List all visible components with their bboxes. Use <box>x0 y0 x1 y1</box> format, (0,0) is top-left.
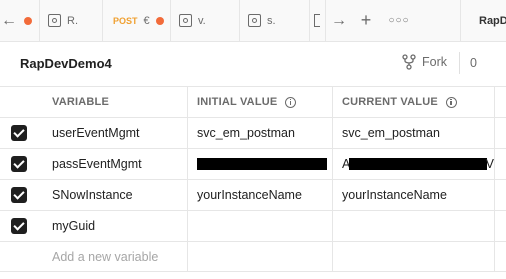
row-overflow <box>495 242 506 271</box>
table-row: passEventMgmt A V <box>0 148 506 179</box>
redacted-value <box>197 158 327 170</box>
enabled-checkbox[interactable] <box>11 187 27 203</box>
request-icon <box>248 14 261 27</box>
header-spacer <box>0 87 44 117</box>
tab-label: R. <box>67 14 78 27</box>
initial-value-cell[interactable] <box>188 211 333 241</box>
table-row: myGuid <box>0 210 506 241</box>
row-overflow <box>495 211 506 241</box>
unsaved-dot-icon <box>155 16 164 25</box>
more-options-icon[interactable]: ○○○ <box>380 0 418 42</box>
info-icon[interactable] <box>445 96 457 108</box>
tab-request-3[interactable]: v. <box>171 0 240 42</box>
header-overflow <box>495 87 506 117</box>
fork-button[interactable]: Fork <box>402 54 447 70</box>
fork-label: Fork <box>422 55 447 69</box>
request-icon <box>314 14 320 27</box>
variable-name-cell[interactable]: myGuid <box>44 211 188 241</box>
row-checkbox-cell <box>0 242 44 271</box>
unsaved-dot-icon <box>24 16 32 25</box>
tab-request-4[interactable]: s. <box>240 0 310 42</box>
initial-value-cell[interactable]: yourInstanceName <box>188 180 333 210</box>
divider <box>459 52 460 74</box>
add-variable-row: Add a new variable <box>0 241 506 272</box>
current-value-cell[interactable]: svc_em_postman <box>333 118 495 148</box>
column-header-initial: INITIAL VALUE <box>188 87 333 117</box>
variable-name-cell[interactable]: passEventMgmt <box>44 149 188 179</box>
row-checkbox-cell <box>0 180 44 210</box>
row-checkbox-cell <box>0 118 44 148</box>
column-header-current-label: CURRENT VALUE <box>342 96 438 108</box>
info-icon[interactable] <box>285 96 297 108</box>
back-arrow-icon[interactable]: ← <box>0 0 18 42</box>
current-value-cell[interactable]: yourInstanceName <box>333 180 495 210</box>
fork-icon <box>402 54 416 70</box>
row-checkbox-cell <box>0 149 44 179</box>
variables-table: VARIABLE INITIAL VALUE CURRENT VALUE use… <box>0 86 506 272</box>
tab-label: v. <box>198 14 206 27</box>
enabled-checkbox[interactable] <box>11 125 27 141</box>
row-overflow <box>495 180 506 210</box>
table-row: userEventMgmt svc_em_postman svc_em_post… <box>0 117 506 148</box>
tab-request-1[interactable]: R. <box>40 0 103 42</box>
initial-value-cell[interactable] <box>188 242 333 271</box>
environment-header: RapDevDemo4 Fork 0 <box>0 42 506 86</box>
tab-label: s. <box>267 14 276 27</box>
current-value-cell[interactable] <box>333 242 495 271</box>
add-variable-input[interactable]: Add a new variable <box>44 242 188 271</box>
current-value-suffix: V <box>485 157 494 171</box>
table-row: SNowInstance yourInstanceName yourInstan… <box>0 179 506 210</box>
current-value-cell[interactable]: A V <box>333 149 495 179</box>
forward-arrow-icon[interactable]: → <box>326 0 352 42</box>
request-icon <box>179 14 192 27</box>
method-badge: POST <box>113 15 138 26</box>
initial-value-cell[interactable]: svc_em_postman <box>188 118 333 148</box>
initial-value-cell[interactable] <box>188 149 333 179</box>
column-header-initial-label: INITIAL VALUE <box>197 96 278 108</box>
enabled-checkbox[interactable] <box>11 156 27 172</box>
new-tab-plus-icon[interactable]: + <box>352 0 380 42</box>
row-overflow <box>495 149 506 179</box>
fork-count: 0 <box>470 56 477 70</box>
tab-label: € <box>143 14 150 27</box>
request-icon <box>48 14 61 27</box>
column-header-current: CURRENT VALUE <box>333 87 495 117</box>
current-value-cell[interactable] <box>333 211 495 241</box>
column-header-variable: VARIABLE <box>44 87 188 117</box>
tab-request-2[interactable]: POST € <box>103 0 171 42</box>
enabled-checkbox[interactable] <box>11 218 27 234</box>
table-header-row: VARIABLE INITIAL VALUE CURRENT VALUE <box>0 86 506 117</box>
page-title: RapDevDemo4 <box>20 56 112 71</box>
tab-modified[interactable] <box>18 0 40 42</box>
tab-request-5[interactable] <box>310 0 326 42</box>
variable-name-cell[interactable]: SNowInstance <box>44 180 188 210</box>
environment-selector[interactable]: RapD <box>460 0 506 42</box>
variable-name-cell[interactable]: userEventMgmt <box>44 118 188 148</box>
row-overflow <box>495 118 506 148</box>
row-checkbox-cell <box>0 211 44 241</box>
environment-label: RapD <box>479 14 506 27</box>
redacted-value <box>349 158 487 170</box>
tab-bar: ← R. POST € v. s. → + ○○○ RapD <box>0 0 506 42</box>
